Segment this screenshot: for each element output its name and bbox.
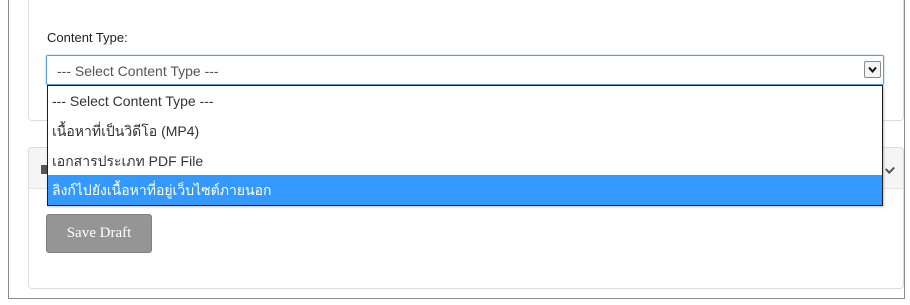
dropdown-option[interactable]: --- Select Content Type --- — [48, 86, 882, 116]
content-type-dropdown-list: --- Select Content Type --- เนื้อหาที่เป… — [47, 85, 883, 206]
select-current-value: --- Select Content Type --- — [57, 63, 219, 79]
chevron-down-icon[interactable] — [885, 164, 895, 174]
dropdown-option[interactable]: เนื้อหาที่เป็นวิดีโอ (MP4) — [48, 116, 882, 146]
dropdown-option-highlighted[interactable]: ลิงก์ไปยังเนื้อหาที่อยู่เว็บไซต์ภายนอก — [48, 175, 882, 205]
chevron-down-icon[interactable] — [864, 61, 881, 78]
save-draft-button[interactable]: Save Draft — [46, 214, 152, 253]
content-type-label: Content Type: — [47, 30, 128, 45]
dropdown-option[interactable]: เอกสารประเภท PDF File — [48, 146, 882, 176]
content-type-select[interactable]: --- Select Content Type --- — [46, 55, 884, 85]
